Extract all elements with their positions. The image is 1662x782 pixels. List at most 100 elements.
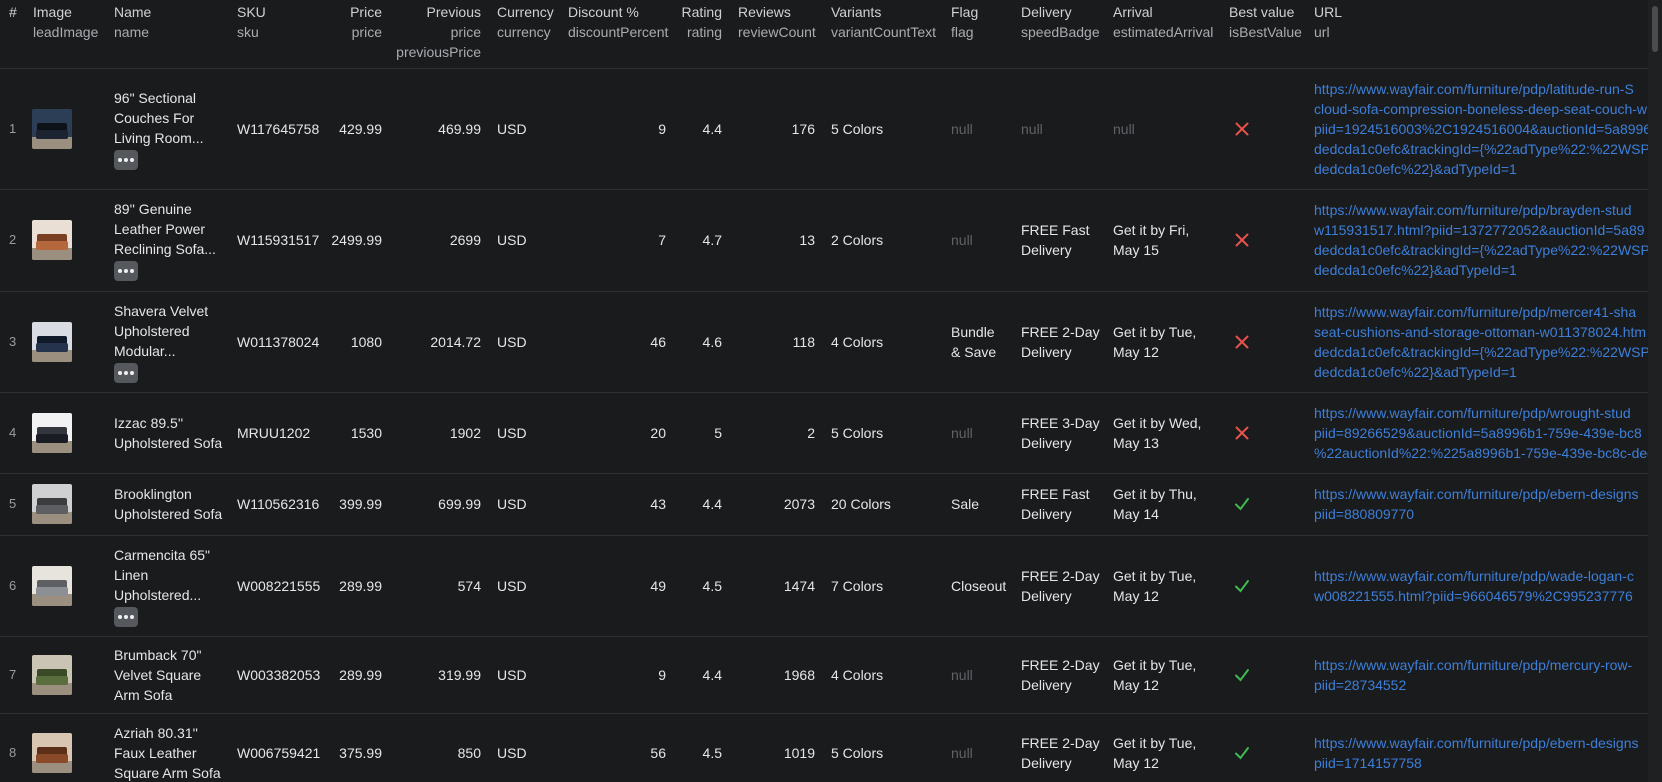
sku-text: W011378024 — [237, 333, 320, 350]
product-url-link[interactable]: https://www.wayfair.com/furniture/pdp/eb… — [1314, 484, 1648, 524]
url-line: piid=28734552 — [1314, 676, 1407, 693]
lead-image[interactable] — [32, 108, 72, 149]
product-url-link[interactable]: https://www.wayfair.com/furniture/pdp/me… — [1314, 655, 1648, 695]
product-url-link[interactable]: https://www.wayfair.com/furniture/pdp/wa… — [1314, 566, 1648, 606]
flag-text: null — [951, 666, 973, 683]
header-sku[interactable]: SKU sku — [237, 2, 266, 42]
row-index: 2 — [9, 189, 16, 291]
url-line: %22auctionId%22:%225a8996b1-759e-439e-bc… — [1314, 444, 1648, 461]
header-currency[interactable]: Currency currency — [497, 2, 554, 42]
header-image[interactable]: Image leadImage — [33, 2, 98, 42]
currency-cell: USD — [497, 636, 527, 713]
url-line: w115931517.html?piid=1372772052&auctionI… — [1314, 222, 1645, 238]
lead-image-cell — [32, 291, 72, 392]
name-line: Square Arm Sofa — [114, 765, 221, 781]
reviews-cell: 2073 — [738, 473, 815, 535]
header-reviews[interactable]: Reviews reviewCount — [738, 2, 816, 42]
variants-text: 5 Colors — [831, 745, 884, 761]
previous-price-cell: 574 — [390, 535, 481, 636]
header-previous-price[interactable]: Previous price previousPrice — [390, 2, 481, 62]
sku-cell: W008221555 — [237, 535, 320, 636]
reviews-cell: 1968 — [738, 636, 815, 713]
url-line: dedcda1c0efc%22}&adTypeId=1 — [1314, 363, 1517, 380]
product-url-link[interactable]: https://www.wayfair.com/furniture/pdp/wr… — [1314, 403, 1648, 463]
header-variants[interactable]: Variants variantCountText — [831, 2, 936, 42]
header-rating[interactable]: Rating rating — [672, 2, 722, 42]
product-url-link[interactable]: https://www.wayfair.com/furniture/pdp/la… — [1314, 79, 1648, 179]
sku-cell: W117645758 — [237, 68, 319, 189]
url-line: seat-cushions-and-storage-ottoman-w01137… — [1314, 323, 1647, 340]
lead-image[interactable] — [32, 321, 72, 362]
currency-text: USD — [497, 496, 527, 512]
table-row[interactable]: 2 89'' Genuine Leather Power Reclining Sofa… — [0, 189, 1648, 292]
header-best-value[interactable]: Best value isBestValue — [1229, 2, 1302, 42]
variants-cell: 4 Colors — [831, 291, 883, 392]
table-row[interactable]: 7 Brumback 70" Velvet Square Arm Sofa W00338… — [0, 636, 1648, 714]
header-flag[interactable]: Flag flag — [951, 2, 978, 42]
header-discount[interactable]: Discount % discountPercent — [568, 2, 668, 42]
delivery-line: FREE 2-Day — [1021, 735, 1100, 751]
table-row[interactable]: 5 Brooklington Upholstered Sofa W110562316 3… — [0, 473, 1648, 536]
expand-more-button[interactable] — [114, 149, 138, 170]
arrival-text: Get it by Wed, May 13 — [1113, 413, 1201, 453]
arrival-text: Get it by Tue, May 12 — [1113, 322, 1196, 362]
currency-text: USD — [497, 745, 527, 761]
arrival-text: Get it by Tue, May 12 — [1113, 566, 1196, 606]
rating-text: 4.4 — [702, 120, 722, 137]
flag-text: null — [951, 424, 973, 441]
checkmark-icon — [1233, 744, 1251, 762]
ellipsis-icon — [118, 269, 134, 273]
arrival-line: Get it by Tue, — [1113, 656, 1197, 673]
name-text: Carmencita 65" Linen Upholstered... — [114, 545, 210, 627]
lead-image[interactable] — [32, 220, 72, 260]
arrival-line: Get it by Fri, — [1113, 222, 1190, 238]
ellipsis-icon — [118, 370, 134, 375]
name-line: Linen — [114, 566, 149, 583]
delivery-cell: FREE Fast Delivery — [1021, 189, 1089, 291]
row-index-text: 5 — [9, 496, 17, 511]
header-index[interactable]: # — [9, 2, 17, 22]
lead-image[interactable] — [32, 654, 72, 695]
header-name[interactable]: Name name — [114, 2, 151, 42]
currency-cell: USD — [497, 473, 527, 535]
best-value-cell — [1233, 636, 1251, 713]
row-index: 5 — [9, 473, 16, 535]
header-arrival[interactable]: Arrival estimatedArrival — [1113, 2, 1213, 42]
header-url[interactable]: URL url — [1314, 2, 1342, 42]
url-line: piid=1924516003%2C1924516004&auctionId=5… — [1314, 120, 1648, 137]
checkmark-icon — [1233, 666, 1251, 684]
delivery-line: FREE 2-Day — [1021, 323, 1100, 340]
expand-more-button[interactable] — [114, 261, 138, 281]
expand-more-button[interactable] — [114, 362, 138, 383]
lead-image[interactable] — [32, 565, 72, 606]
vertical-scrollbar[interactable] — [1648, 0, 1662, 782]
discount-text: 9 — [658, 666, 666, 683]
previous-price-text: 699.99 — [438, 496, 481, 512]
scrollbar-thumb[interactable] — [1652, 6, 1658, 52]
product-url-link[interactable]: https://www.wayfair.com/furniture/pdp/eb… — [1314, 733, 1648, 773]
product-url-link[interactable]: https://www.wayfair.com/furniture/pdp/me… — [1314, 302, 1648, 382]
lead-image[interactable] — [32, 412, 72, 453]
name-cell: Brumback 70" Velvet Square Arm Sofa — [114, 636, 201, 713]
table-row[interactable]: 3 Shavera Velvet Upholstered Modular... W011… — [0, 291, 1648, 393]
cross-icon — [1233, 424, 1251, 442]
product-url-link[interactable]: https://www.wayfair.com/furniture/pdp/br… — [1314, 200, 1648, 280]
lead-image[interactable] — [32, 733, 72, 773]
header-delivery[interactable]: Delivery speedBadge — [1021, 2, 1100, 42]
price-text: 1530 — [350, 424, 382, 441]
expand-more-button[interactable] — [114, 606, 138, 627]
url-line: https://www.wayfair.com/furniture/pdp/me… — [1314, 303, 1637, 320]
delivery-cell: FREE 2-Day Delivery — [1021, 291, 1100, 392]
row-index: 6 — [9, 535, 16, 636]
table-row[interactable]: 4 Izzac 89.5'' Upholstered Sofa MRUU1202 153… — [0, 392, 1648, 474]
lead-image[interactable] — [32, 484, 72, 524]
table-row[interactable]: 8 Azriah 80.31'' Faux Leather Square Arm So… — [0, 713, 1648, 782]
delivery-line: FREE Fast — [1021, 486, 1090, 502]
delivery-line: FREE Fast — [1021, 222, 1090, 238]
table-row[interactable]: 6 Carmencita 65" Linen Upholstered... W00822… — [0, 535, 1648, 637]
sku-text: W110562316 — [237, 496, 320, 512]
header-price[interactable]: Price price — [324, 2, 382, 42]
url-line: piid=880809770 — [1314, 506, 1415, 522]
delivery-line: Delivery — [1021, 506, 1072, 522]
table-row[interactable]: 1 96" Sectional Couches For Living Room... W… — [0, 68, 1648, 190]
